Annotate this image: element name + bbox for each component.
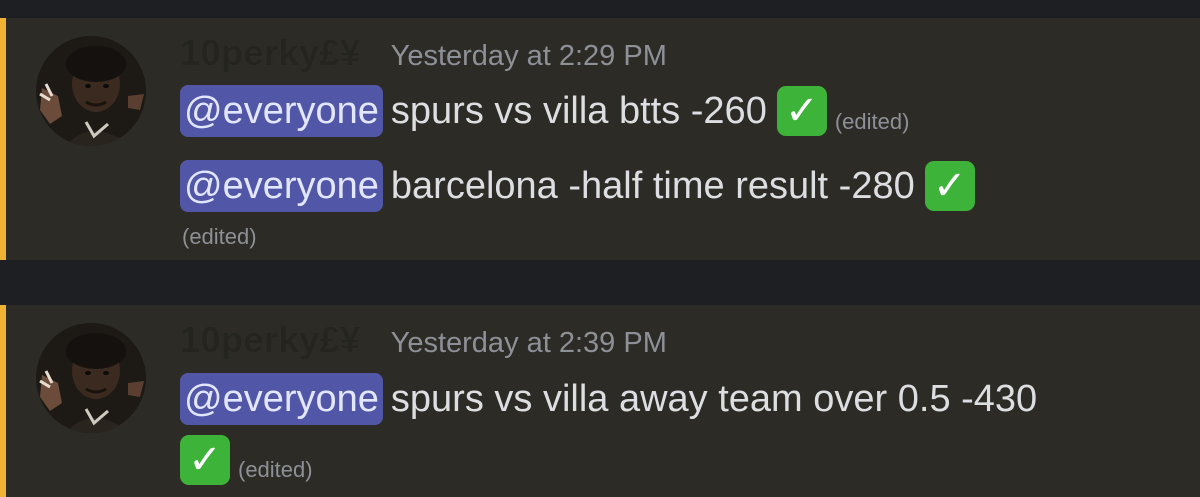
message-header: 10perky£¥ Yesterday at 2:29 PM <box>180 32 667 74</box>
message-group: 10perky£¥ Yesterday at 2:39 PM @everyone… <box>0 305 1200 497</box>
edited-label: (edited) <box>834 109 910 134</box>
avatar[interactable] <box>36 36 146 146</box>
username[interactable]: 10perky£¥ <box>180 319 361 361</box>
avatar-image <box>36 323 146 433</box>
edited-label: (edited) <box>182 224 257 249</box>
username[interactable]: 10perky£¥ <box>180 32 361 74</box>
message-group: 10perky£¥ Yesterday at 2:29 PM @everyone… <box>0 18 1200 260</box>
message-line: @everyone barcelona -half time result -2… <box>180 160 975 212</box>
check-mark-icon: ✓ <box>776 86 827 136</box>
chat-view: 10perky£¥ Yesterday at 2:29 PM @everyone… <box>0 0 1200 497</box>
avatar-image <box>36 36 146 146</box>
timestamp[interactable]: Yesterday at 2:39 PM <box>391 327 667 360</box>
mention-everyone[interactable]: @everyone <box>180 160 383 212</box>
message-line: @everyone spurs vs villa away team over … <box>180 373 1037 425</box>
message-text: spurs vs villa btts -260 <box>390 89 767 132</box>
timestamp[interactable]: Yesterday at 2:29 PM <box>391 40 667 73</box>
message-text: spurs vs villa away team over 0.5 -430 <box>390 377 1038 420</box>
check-mark-icon: ✓ <box>924 161 975 211</box>
message-text: barcelona -half time result -280 <box>390 164 915 207</box>
avatar[interactable] <box>36 323 146 433</box>
mention-everyone[interactable]: @everyone <box>180 373 383 425</box>
message-line: @everyone spurs vs villa btts -260 ✓ (ed… <box>180 85 909 137</box>
check-mark-icon: ✓ <box>180 435 230 485</box>
mention-everyone[interactable]: @everyone <box>180 85 383 137</box>
message-header: 10perky£¥ Yesterday at 2:39 PM <box>180 319 667 361</box>
message-line-continuation: ✓ (edited) <box>180 435 313 485</box>
edited-label: (edited) <box>238 457 313 482</box>
